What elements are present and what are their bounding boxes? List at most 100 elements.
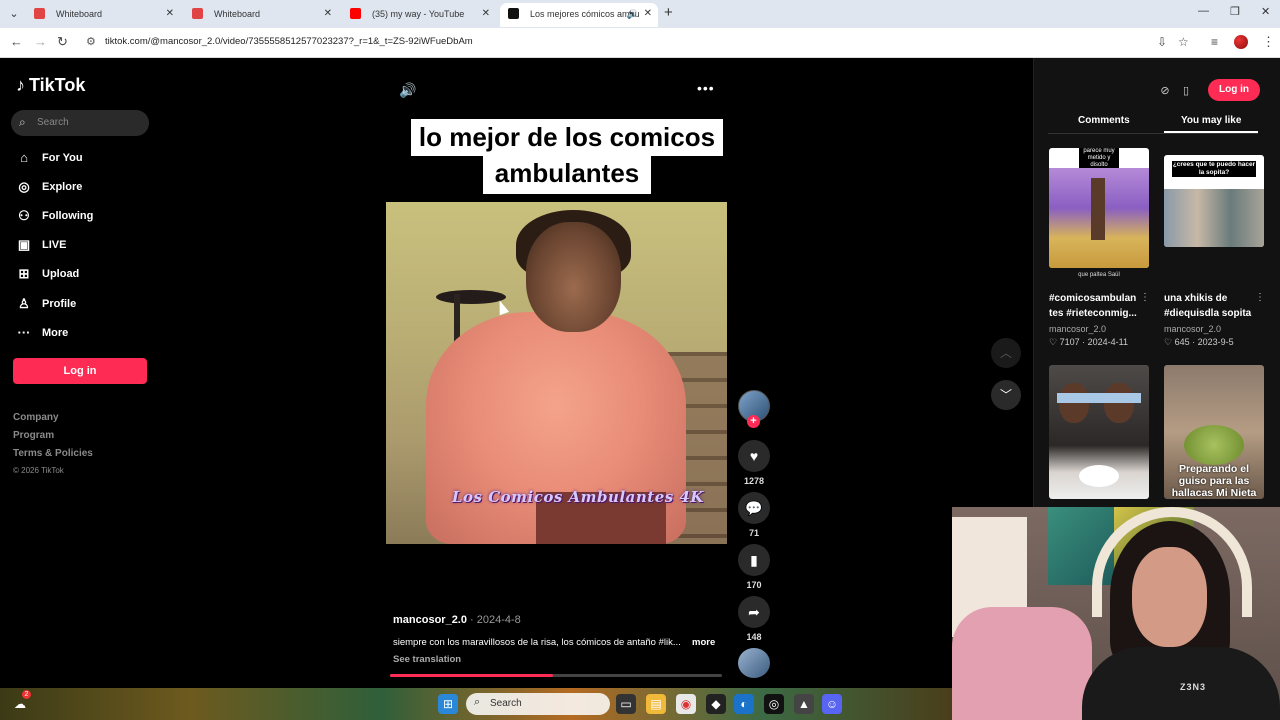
browser-tab[interactable]: Whiteboard ✕ xyxy=(184,3,338,27)
recommended-stats: ♡ 645 · 2023-9-5 xyxy=(1164,337,1234,348)
edge-icon[interactable]: ◐ xyxy=(734,694,754,714)
mobile-device-icon[interactable]: ▯ xyxy=(1177,82,1195,100)
discord-icon[interactable]: ☺ xyxy=(822,694,842,714)
recommended-thumbnail[interactable] xyxy=(1049,365,1149,499)
url-text: tiktok.com/@mancosor_2.0/video/735555851… xyxy=(105,36,473,47)
taskbar-search[interactable]: ⌕ Search xyxy=(466,693,610,715)
close-window-icon[interactable]: ✕ xyxy=(1261,5,1270,18)
thumb-person xyxy=(1104,383,1134,423)
video-progress-bar[interactable] xyxy=(390,674,722,677)
footer-link-company[interactable]: Company xyxy=(13,412,59,423)
video-author[interactable]: mancosor_2.0 · 2024-4-8 xyxy=(393,614,521,626)
webcam-overlay: Z3N3 xyxy=(952,507,1280,720)
person-head xyxy=(526,222,621,332)
tab-comments[interactable]: Comments xyxy=(1078,115,1130,126)
login-button[interactable]: Log in xyxy=(13,358,147,384)
obs-icon[interactable]: ◎ xyxy=(764,694,784,714)
audio-playing-icon[interactable]: 🔊 xyxy=(627,3,638,25)
close-tab-icon[interactable]: ✕ xyxy=(644,3,652,25)
tab-divider xyxy=(1048,133,1258,134)
profile-avatar-icon[interactable] xyxy=(1234,35,1248,49)
task-view-icon[interactable]: ▭ xyxy=(616,694,636,714)
see-translation-link[interactable]: See translation xyxy=(393,654,461,665)
item-options-icon[interactable]: ⋮ xyxy=(1140,292,1150,303)
notification-badge: 2 xyxy=(22,690,31,699)
windows-start-icon[interactable]: ⊞ xyxy=(438,694,458,714)
browser-tab[interactable]: (35) my way - YouTube ✕ xyxy=(342,3,496,27)
tab-you-may-like[interactable]: You may like xyxy=(1181,115,1241,126)
previous-video-button[interactable]: ︿ xyxy=(991,338,1021,368)
thumb-overlay-text: Preparando el guiso para las hallacas Mi… xyxy=(1171,463,1257,499)
active-tab-indicator xyxy=(1164,131,1258,133)
app-icon[interactable]: ◆ xyxy=(706,694,726,714)
post-date: · 2024-4-8 xyxy=(470,614,521,626)
nav-label: LIVE xyxy=(42,239,67,251)
like-button[interactable]: ♥ xyxy=(738,440,770,472)
footer-link-terms[interactable]: Terms & Policies xyxy=(13,448,93,459)
youtube-favicon-icon xyxy=(350,8,361,19)
close-tab-icon[interactable]: ✕ xyxy=(166,3,174,25)
tiktok-favicon-icon xyxy=(508,8,519,19)
author-name[interactable]: mancosor_2.0 xyxy=(393,614,467,626)
media-control-icon[interactable]: ≡ xyxy=(1211,35,1218,49)
search-input[interactable]: ⌕ Search xyxy=(11,110,149,136)
heart-outline-icon: ♡ xyxy=(1164,337,1173,347)
video-options-icon[interactable]: ••• xyxy=(697,80,715,96)
compass-icon: ◎ xyxy=(18,179,30,194)
like-count: 1278 xyxy=(743,476,765,486)
upload-icon: ⊞ xyxy=(18,266,30,281)
recommended-caption[interactable]: #comicosambulan tes #rieteconmig... xyxy=(1049,291,1137,321)
progress-fill xyxy=(390,674,553,677)
compass-icon[interactable]: ⊘ xyxy=(1156,82,1174,100)
url-field[interactable]: ⚙ tiktok.com/@mancosor_2.0/video/7355558… xyxy=(80,31,1200,55)
recommended-author[interactable]: mancosor_2.0 xyxy=(1049,324,1106,334)
app-icon[interactable]: ▲ xyxy=(794,694,814,714)
browser-tab[interactable]: Whiteboard ✕ xyxy=(26,3,180,27)
tab-title: Whiteboard xyxy=(214,9,261,19)
recommended-thumbnail[interactable]: Preparando el guiso para las hallacas Mi… xyxy=(1164,365,1264,499)
tiktok-logo[interactable]: ♪ TikTok xyxy=(16,75,85,96)
video-caption-line1: lo mejor de los comicos xyxy=(411,119,723,156)
recommended-author[interactable]: mancosor_2.0 xyxy=(1164,324,1221,334)
thumb-overlay-text: ¿crees que te puedo hacer la sopita? xyxy=(1172,161,1256,177)
description-more-link[interactable]: more xyxy=(692,637,715,648)
video-caption-line2: ambulantes xyxy=(483,155,651,194)
live-icon: ▣ xyxy=(17,237,31,252)
follow-plus-icon[interactable]: + xyxy=(747,415,760,428)
new-tab-icon[interactable]: + xyxy=(664,4,673,21)
recommended-thumbnail[interactable]: ¿crees que te puedo hacer la sopita? xyxy=(1164,155,1264,247)
site-info-icon[interactable]: ⚙ xyxy=(86,35,96,48)
browser-menu-icon[interactable]: ⋮ xyxy=(1262,34,1275,50)
forward-icon[interactable]: → xyxy=(34,34,47,49)
comment-button[interactable]: 💬 xyxy=(738,492,770,524)
thumb-person xyxy=(1059,383,1089,423)
tab-search-icon[interactable]: ⌄ xyxy=(6,6,22,22)
search-icon: ⌕ xyxy=(474,696,481,708)
restore-icon[interactable]: ❐ xyxy=(1230,5,1240,18)
share-button[interactable]: ➦ xyxy=(738,596,770,628)
reload-icon[interactable]: ↻ xyxy=(57,34,68,50)
caption-line: tes #rieteconmig... xyxy=(1049,308,1137,319)
file-explorer-icon[interactable]: ▤ xyxy=(646,694,666,714)
browser-tab-active[interactable]: Los mejores cómicos ambu 🔊 ✕ xyxy=(500,3,658,27)
footer-link-program[interactable]: Program xyxy=(13,430,54,441)
close-tab-icon[interactable]: ✕ xyxy=(324,3,332,25)
sound-avatar[interactable] xyxy=(738,648,770,678)
recommended-thumbnail[interactable]: parece muy metido y disolto xyxy=(1049,148,1149,268)
tab-title: (35) my way - YouTube xyxy=(372,9,465,19)
minimize-icon[interactable]: — xyxy=(1198,5,1209,17)
bookmark-star-icon[interactable]: ☆ xyxy=(1178,35,1189,49)
back-icon[interactable]: ← xyxy=(10,34,23,49)
panel-login-button[interactable]: Log in xyxy=(1208,79,1260,101)
search-icon: ⌕ xyxy=(19,115,26,129)
item-options-icon[interactable]: ⋮ xyxy=(1255,292,1265,303)
volume-icon[interactable]: 🔊 xyxy=(399,82,416,99)
thumb-pot xyxy=(1184,425,1244,465)
install-app-icon[interactable]: ⇩ xyxy=(1157,35,1167,49)
recommended-caption[interactable]: una xhikis de #diequisdla sopita xyxy=(1164,291,1251,321)
save-button[interactable]: ▮ xyxy=(738,544,770,576)
chrome-icon[interactable]: ◉ xyxy=(676,694,696,714)
next-video-button[interactable]: ﹀ xyxy=(991,380,1021,410)
video-player[interactable]: Los Comicos Ambulantes 4K xyxy=(386,202,727,544)
close-tab-icon[interactable]: ✕ xyxy=(482,3,490,25)
